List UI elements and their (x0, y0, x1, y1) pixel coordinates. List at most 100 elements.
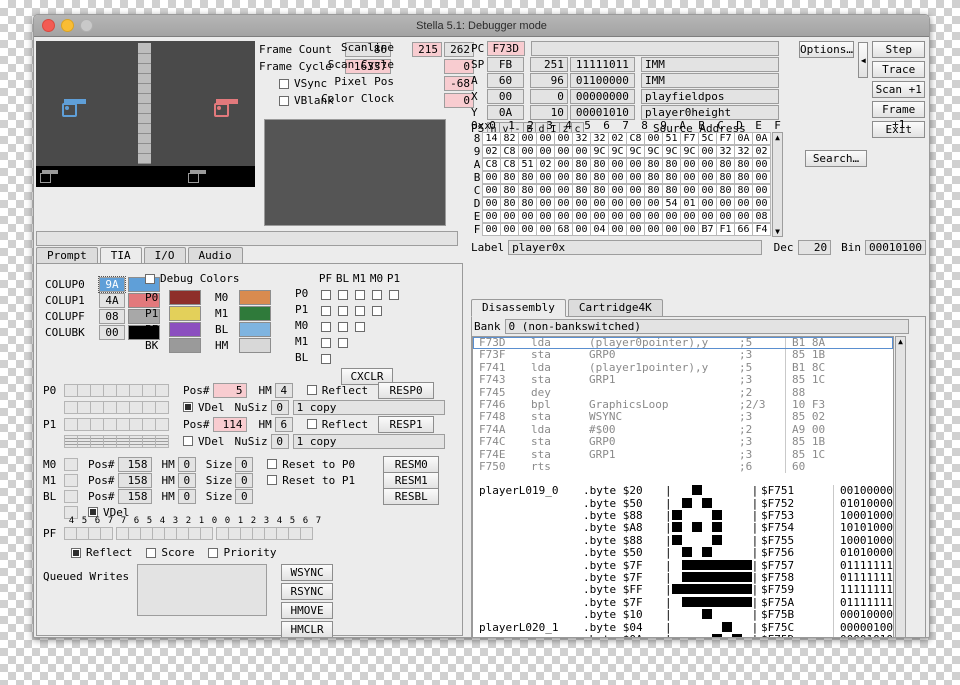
collision-checkbox[interactable] (371, 305, 382, 316)
ram-cell[interactable]: 80 (644, 171, 663, 184)
dec-value[interactable]: 20 (797, 240, 832, 255)
ram-cell[interactable]: F7 (680, 132, 699, 145)
ram-cell[interactable]: 80 (572, 158, 591, 171)
debug-swatch[interactable] (169, 337, 201, 353)
scroll-down-icon[interactable]: ▼ (775, 227, 780, 236)
register-bin[interactable]: 00000000 (569, 89, 635, 104)
ram-cell[interactable]: 00 (752, 171, 771, 184)
ram-cell[interactable]: 02 (608, 132, 627, 145)
preview-scrollbar[interactable] (36, 231, 458, 246)
object-enable-cell[interactable] (64, 473, 78, 487)
ram-cell[interactable]: 00 (698, 158, 717, 171)
register-hex[interactable]: FB (486, 57, 525, 72)
ram-cell[interactable]: 00 (698, 210, 717, 223)
pixel-pos-value[interactable]: -68 (444, 76, 474, 91)
data-byte-row[interactable]: .byte $7F | | $F757 01111111 (473, 559, 893, 573)
ram-cell[interactable]: 00 (536, 210, 555, 223)
disassembly-scrollbar[interactable]: ▲ ▼ (894, 336, 906, 637)
player-graphics-cell[interactable] (155, 417, 169, 431)
player-graphics-cell[interactable] (155, 400, 169, 414)
nusiz-value[interactable]: 0 (270, 399, 289, 415)
reset-checkbox[interactable] (267, 475, 278, 485)
register-hex[interactable]: 0A (486, 105, 525, 120)
debug-swatch[interactable] (169, 321, 201, 337)
strobe-hmclr-button[interactable]: HMCLR (281, 621, 334, 637)
ram-cell[interactable]: 00 (680, 210, 699, 223)
player-graphics-cell[interactable] (64, 417, 78, 431)
color-clock-value[interactable]: 0 (444, 93, 474, 108)
player-graphics-cell[interactable] (155, 383, 169, 397)
ram-cell[interactable]: 00 (608, 184, 627, 197)
ram-cell[interactable]: 66 (734, 223, 753, 236)
reset-checkbox[interactable] (267, 459, 278, 469)
nusiz-value[interactable]: 0 (270, 433, 289, 449)
ram-cell[interactable]: 80 (662, 171, 681, 184)
disassembly-row[interactable]: F74C sta GRP0 ;3 85 1B (473, 435, 893, 449)
ram-cell[interactable]: 02 (752, 145, 771, 158)
ram-cell[interactable]: 00 (734, 210, 753, 223)
collision-checkbox[interactable] (337, 305, 348, 316)
data-byte-row[interactable]: .byte $7F | | $F758 01111111 (473, 571, 893, 585)
ram-cell[interactable]: 80 (518, 197, 537, 210)
player-graphics-cell[interactable] (77, 417, 91, 431)
player-graphics-cell[interactable] (142, 434, 156, 448)
ram-cell[interactable]: 00 (536, 132, 555, 145)
ram-cell[interactable]: 00 (626, 171, 645, 184)
ram-cell[interactable]: 00 (554, 158, 573, 171)
player-graphics-cell[interactable] (116, 417, 130, 431)
ram-cell[interactable]: 00 (680, 158, 699, 171)
size-value[interactable]: 0 (235, 472, 254, 488)
register-dec[interactable]: 10 (530, 105, 568, 120)
player-graphics-cell[interactable] (142, 417, 156, 431)
reflect-checkbox[interactable] (306, 419, 317, 429)
trace-button[interactable]: Trace (872, 61, 925, 78)
ram-cell[interactable]: 00 (626, 210, 645, 223)
ram-cell[interactable]: 04 (590, 223, 609, 236)
data-byte-row[interactable]: .byte $A8 | | $F754 10101000 (473, 522, 893, 535)
ram-cell[interactable]: 00 (482, 171, 501, 184)
collision-cell[interactable] (351, 316, 368, 335)
ram-cell[interactable]: 9C (626, 145, 645, 158)
ram-cell[interactable]: 00 (608, 210, 627, 223)
player-graphics-cell[interactable] (90, 383, 104, 397)
register-bin[interactable]: 11111011 (569, 57, 635, 72)
ram-cell[interactable]: 80 (716, 171, 735, 184)
player-graphics-cell[interactable] (77, 400, 91, 414)
ram-cell[interactable]: 0A (752, 132, 771, 145)
register-dec[interactable]: 0 (530, 89, 568, 104)
ram-cell[interactable]: 00 (554, 184, 573, 197)
ram-cell[interactable]: 80 (644, 184, 663, 197)
ram-cell[interactable]: 80 (500, 171, 519, 184)
ram-cell[interactable]: C8 (500, 158, 519, 171)
colu-value[interactable]: 4A (99, 292, 125, 308)
player-graphics-cell[interactable] (90, 417, 104, 431)
ram-cell[interactable]: 82 (500, 132, 519, 145)
data-byte-row[interactable]: .byte $88 | | $F755 10001000 (473, 534, 893, 548)
pf-grid[interactable] (64, 527, 313, 540)
collision-checkbox[interactable] (388, 289, 399, 300)
ram-cell[interactable]: 80 (572, 171, 591, 184)
ram-cell[interactable]: 80 (572, 184, 591, 197)
ram-cell[interactable]: 00 (626, 223, 645, 236)
ram-cell[interactable]: 00 (680, 171, 699, 184)
player-graphics-cell[interactable] (103, 383, 117, 397)
ram-cell[interactable]: 00 (680, 223, 699, 236)
strobe-buttons[interactable]: WSYNC RSYNC HMOVE HMCLR (281, 564, 334, 637)
ram-cell[interactable]: 00 (608, 197, 627, 210)
ram-cell[interactable]: C8 (500, 145, 519, 158)
ram-cell[interactable]: 80 (716, 184, 735, 197)
ram-cell[interactable]: 00 (572, 145, 591, 158)
player-graphics-grid-delayed[interactable] (64, 400, 169, 414)
pos-value[interactable]: 5 (212, 382, 247, 398)
disassembly-row[interactable]: F743 sta GRP1 ;3 85 1C (473, 373, 893, 387)
ram-cell[interactable]: 00 (572, 210, 591, 223)
ram-cell[interactable]: 00 (608, 171, 627, 184)
ram-cell[interactable]: 00 (554, 145, 573, 158)
ram-cell[interactable]: 00 (536, 184, 555, 197)
player-graphics-cell[interactable] (103, 417, 117, 431)
ram-cell[interactable]: 00 (518, 132, 537, 145)
vdel-checkbox[interactable] (183, 402, 193, 412)
collision-cell[interactable] (385, 284, 402, 303)
ram-cell[interactable]: 00 (716, 197, 735, 210)
scroll-up-icon[interactable]: ▲ (775, 133, 780, 142)
